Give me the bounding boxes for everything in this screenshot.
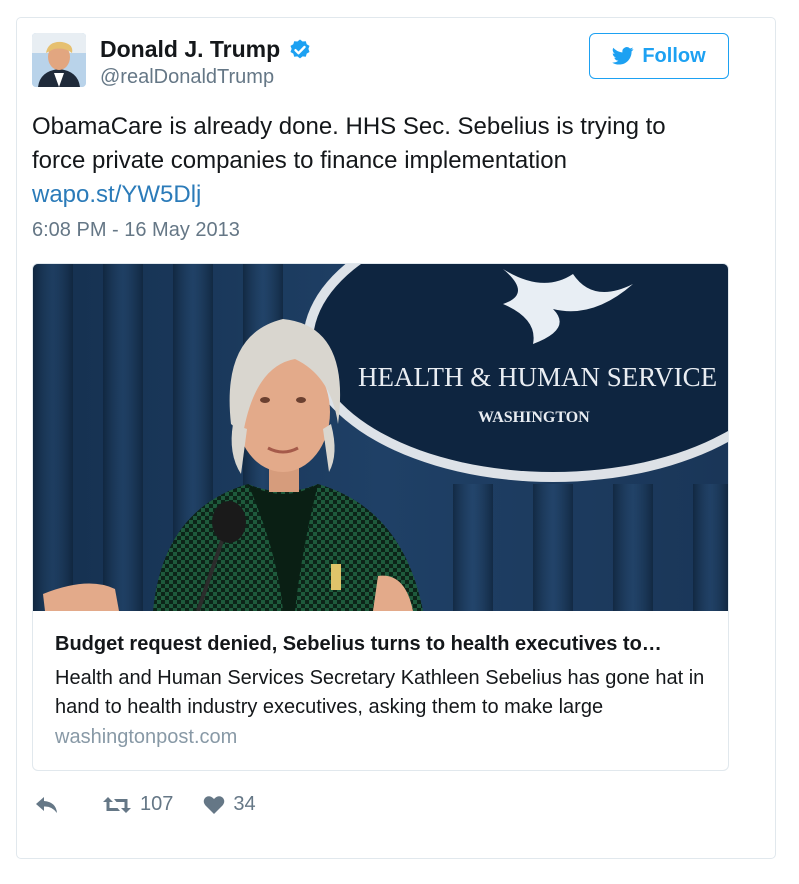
card-domain: washingtonpost.com xyxy=(55,726,238,748)
retweet-count: 107 xyxy=(140,793,174,815)
seal-title: HEALTH & HUMAN SERVICE xyxy=(358,362,717,392)
verified-badge-icon xyxy=(288,38,312,62)
profile-photo xyxy=(32,33,86,87)
twitter-bird-icon xyxy=(612,47,634,65)
card-image[interactable]: HEALTH & HUMAN SERVICE WASHINGTON xyxy=(33,264,728,611)
seal-subtitle: WASHINGTON xyxy=(478,409,590,426)
reply-icon xyxy=(36,796,57,813)
tweet-link[interactable]: wapo.st/YW5Dlj xyxy=(32,181,201,208)
author-handle[interactable]: @realDonaldTrump xyxy=(100,66,274,89)
like-count: 34 xyxy=(233,793,256,815)
avatar[interactable] xyxy=(32,33,86,87)
like-button[interactable]: 34 xyxy=(203,793,256,816)
tweet-actions: 107 34 xyxy=(32,793,256,816)
tweet-timestamp[interactable]: 6:08 PM - 16 May 2013 xyxy=(32,219,240,242)
follow-button[interactable]: Follow xyxy=(589,33,729,79)
author-name[interactable]: Donald J. Trump xyxy=(100,36,280,63)
follow-label: Follow xyxy=(642,44,706,67)
card-title[interactable]: Budget request denied, Sebelius turns to… xyxy=(55,633,715,656)
author-row: Donald J. Trump xyxy=(100,36,312,63)
retweet-button[interactable]: 107 xyxy=(102,793,173,816)
tweet-text: ObamaCare is already done. HHS Sec. Sebe… xyxy=(32,113,666,174)
heart-icon xyxy=(204,795,225,814)
card-description: Health and Human Services Secretary Kath… xyxy=(55,667,705,718)
reply-button[interactable] xyxy=(34,795,60,815)
retweet-icon xyxy=(103,796,131,813)
link-preview-card[interactable]: HEALTH & HUMAN SERVICE WASHINGTON Budget… xyxy=(32,263,729,771)
tweet-text-block: ObamaCare is already done. HHS Sec. Sebe… xyxy=(32,110,722,212)
